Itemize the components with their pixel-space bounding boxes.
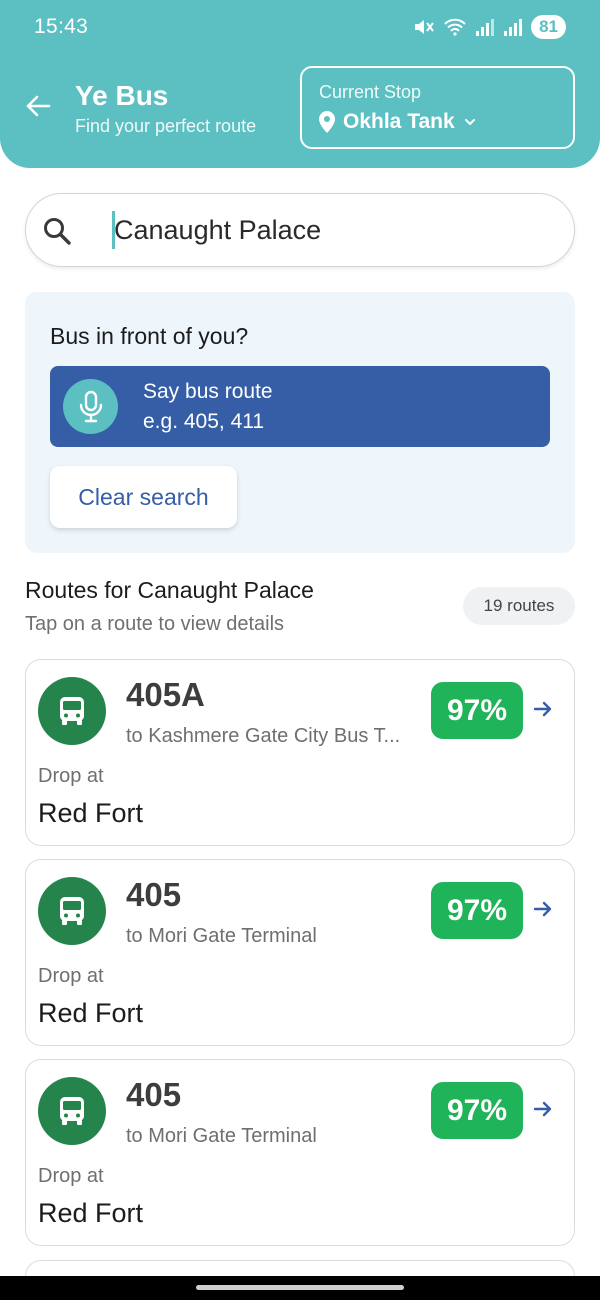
search-icon — [42, 216, 72, 251]
route-card[interactable]: 405A to Kashmere Gate City Bus T... 97% … — [25, 659, 575, 846]
app-subtitle: Find your perfect route — [75, 116, 257, 136]
routes-count-badge: 19 routes — [463, 587, 575, 625]
route-card[interactable]: 405 to Mori Gate Terminal 97% Drop at Re… — [25, 1059, 575, 1246]
current-stop-value-row: Okhla Tank — [319, 110, 477, 134]
match-percentage-badge: 97% — [431, 682, 523, 739]
voice-question: Bus in front of you? — [50, 323, 249, 349]
say-bus-route-example: e.g. 405, 411 — [143, 410, 265, 433]
bus-icon — [38, 1077, 106, 1145]
drop-stop: Red Fort — [38, 1198, 144, 1228]
chevron-down-icon — [464, 119, 475, 126]
route-destination: to Mori Gate Terminal — [126, 925, 317, 947]
arrow-right-icon — [533, 701, 552, 717]
search-input[interactable] — [114, 208, 554, 252]
route-number: 405 — [126, 1076, 182, 1113]
search-bar[interactable] — [25, 193, 575, 267]
clear-search-button[interactable]: Clear search — [50, 466, 237, 528]
status-bar: 15:43 81 — [0, 0, 600, 56]
location-pin-icon — [319, 111, 335, 133]
system-navigation-bar — [0, 1276, 600, 1300]
drop-at-label: Drop at — [38, 1165, 104, 1187]
microphone-icon — [63, 379, 118, 434]
match-percentage-badge: 97% — [431, 882, 523, 939]
app-header: 15:43 81 Ye Bus Find your perfect route … — [0, 0, 600, 168]
signal-roaming-icon — [503, 17, 523, 37]
route-destination: to Mori Gate Terminal — [126, 1125, 317, 1147]
arrow-right-icon — [533, 1101, 552, 1117]
drop-stop: Red Fort — [38, 998, 144, 1028]
mute-icon — [413, 17, 435, 37]
routes-title: Routes for Canaught Palace — [25, 577, 314, 603]
say-bus-route-label: Say bus route — [143, 380, 273, 403]
home-gesture-handle[interactable] — [196, 1285, 404, 1290]
route-card[interactable]: 405 to Mori Gate Terminal 97% Drop at Re… — [25, 859, 575, 1046]
current-stop-value: Okhla Tank — [343, 110, 455, 133]
back-button[interactable] — [22, 90, 54, 122]
route-number: 405 — [126, 876, 182, 913]
app-title: Ye Bus — [75, 80, 169, 111]
drop-stop: Red Fort — [38, 798, 144, 828]
voice-search-card: Bus in front of you? Say bus route e.g. … — [25, 292, 575, 553]
bus-icon — [38, 677, 106, 745]
arrow-left-icon — [26, 95, 51, 117]
route-number: 405A — [126, 676, 205, 713]
drop-at-label: Drop at — [38, 765, 104, 787]
route-destination: to Kashmere Gate City Bus T... — [126, 725, 401, 747]
battery-indicator: 81 — [531, 15, 566, 39]
bus-icon — [38, 877, 106, 945]
say-bus-route-button[interactable]: Say bus route e.g. 405, 411 — [50, 366, 550, 447]
current-stop-selector[interactable]: Current Stop Okhla Tank — [300, 66, 575, 149]
current-stop-label: Current Stop — [319, 82, 422, 102]
wifi-icon — [443, 17, 467, 37]
routes-subtitle: Tap on a route to view details — [25, 613, 285, 635]
drop-at-label: Drop at — [38, 965, 104, 987]
status-icons: 81 — [413, 14, 566, 40]
status-time: 15:43 — [34, 15, 89, 38]
match-percentage-badge: 97% — [431, 1082, 523, 1139]
signal-icon — [475, 17, 495, 37]
arrow-right-icon — [533, 901, 552, 917]
